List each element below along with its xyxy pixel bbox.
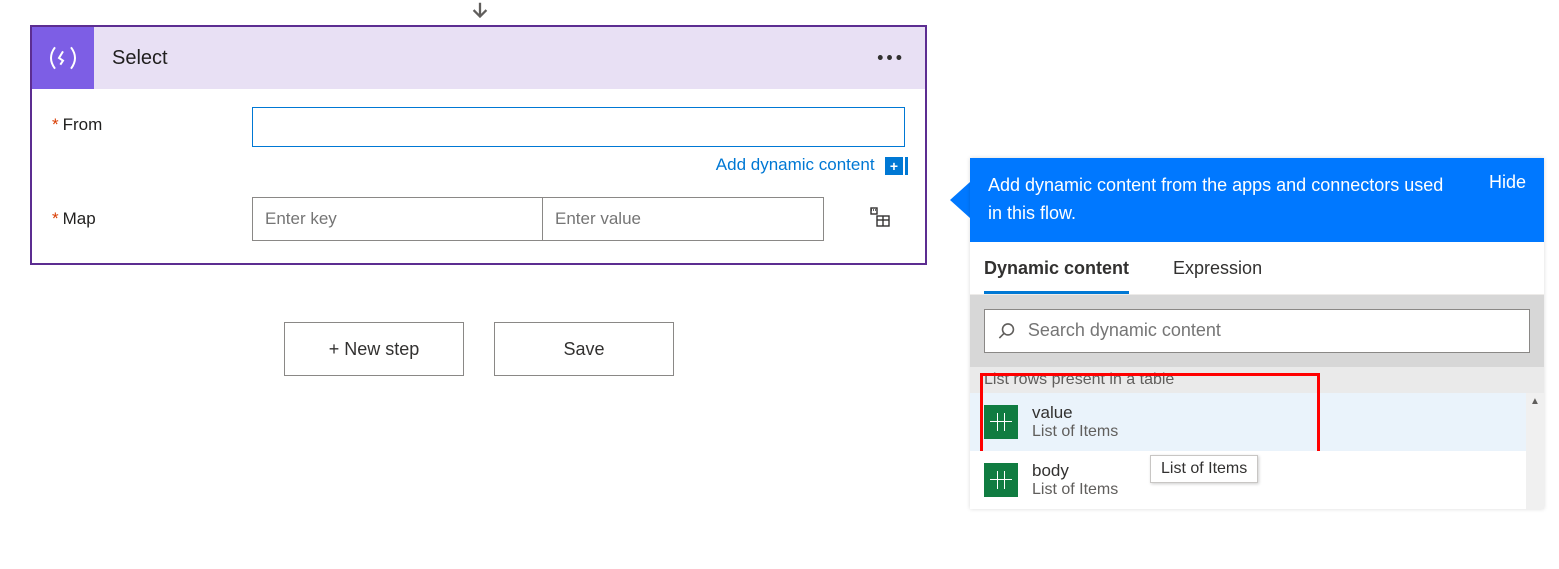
dynamic-content-search-area — [970, 295, 1544, 367]
switch-to-text-mode-icon[interactable] — [868, 205, 892, 234]
excel-icon — [984, 463, 1018, 497]
from-input[interactable] — [252, 107, 905, 147]
dynamic-content-group-header: List rows present in a table — [970, 367, 1544, 393]
hide-dynamic-panel-link[interactable]: Hide — [1489, 172, 1526, 193]
select-card-header[interactable]: Select ••• — [32, 27, 925, 89]
dynamic-item-body[interactable]: body List of Items List of Items — [970, 451, 1544, 509]
more-options-icon[interactable]: ••• — [877, 48, 905, 69]
excel-icon — [984, 405, 1018, 439]
search-icon — [997, 321, 1016, 341]
select-action-icon — [32, 27, 94, 89]
flow-arrow-down-icon — [467, 0, 493, 27]
from-field-label: *From — [52, 107, 252, 135]
map-key-input[interactable] — [253, 198, 543, 240]
dynamic-item-description: List of Items — [1032, 423, 1118, 441]
dynamic-item-title: body — [1032, 461, 1118, 481]
tab-expression[interactable]: Expression — [1173, 242, 1262, 294]
map-field-label: *Map — [52, 209, 252, 229]
add-dynamic-content-plus-icon[interactable]: + — [885, 157, 903, 175]
new-step-button[interactable]: + New step — [284, 322, 464, 376]
dynamic-item-description: List of Items — [1032, 481, 1118, 499]
dynamic-content-header-text: Add dynamic content from the apps and co… — [988, 172, 1448, 228]
select-card-title: Select — [94, 47, 168, 70]
dynamic-item-text: body List of Items — [1032, 461, 1118, 499]
map-inputs-group — [252, 197, 824, 241]
dynamic-content-tabs: Dynamic content Expression — [970, 242, 1544, 295]
dynamic-content-header: Add dynamic content from the apps and co… — [970, 158, 1544, 242]
save-button[interactable]: Save — [494, 322, 674, 376]
dynamic-item-title: value — [1032, 403, 1118, 423]
add-dynamic-content-bar-icon — [905, 157, 908, 175]
flow-action-buttons: + New step Save — [284, 322, 674, 376]
dynamic-item-value[interactable]: value List of Items — [970, 393, 1544, 451]
select-action-card: Select ••• *From Add dynamic content + *… — [30, 25, 927, 265]
dynamic-item-text: value List of Items — [1032, 403, 1118, 441]
dynamic-panel-callout-arrow-icon — [950, 182, 970, 218]
select-card-body: *From Add dynamic content + *Map — [32, 89, 925, 263]
dynamic-content-search-box[interactable] — [984, 309, 1530, 353]
dynamic-content-panel: Add dynamic content from the apps and co… — [970, 158, 1544, 509]
dynamic-content-scrollbar[interactable]: ▲ — [1526, 393, 1544, 509]
map-value-input[interactable] — [543, 198, 823, 240]
dynamic-content-items: value List of Items body List of Items L… — [970, 393, 1544, 509]
scroll-up-icon[interactable]: ▲ — [1526, 393, 1544, 411]
dynamic-content-search-input[interactable] — [1028, 320, 1517, 341]
add-dynamic-content-link[interactable]: Add dynamic content — [716, 155, 875, 174]
dynamic-item-tooltip: List of Items — [1150, 455, 1258, 483]
tab-dynamic-content[interactable]: Dynamic content — [984, 242, 1129, 294]
